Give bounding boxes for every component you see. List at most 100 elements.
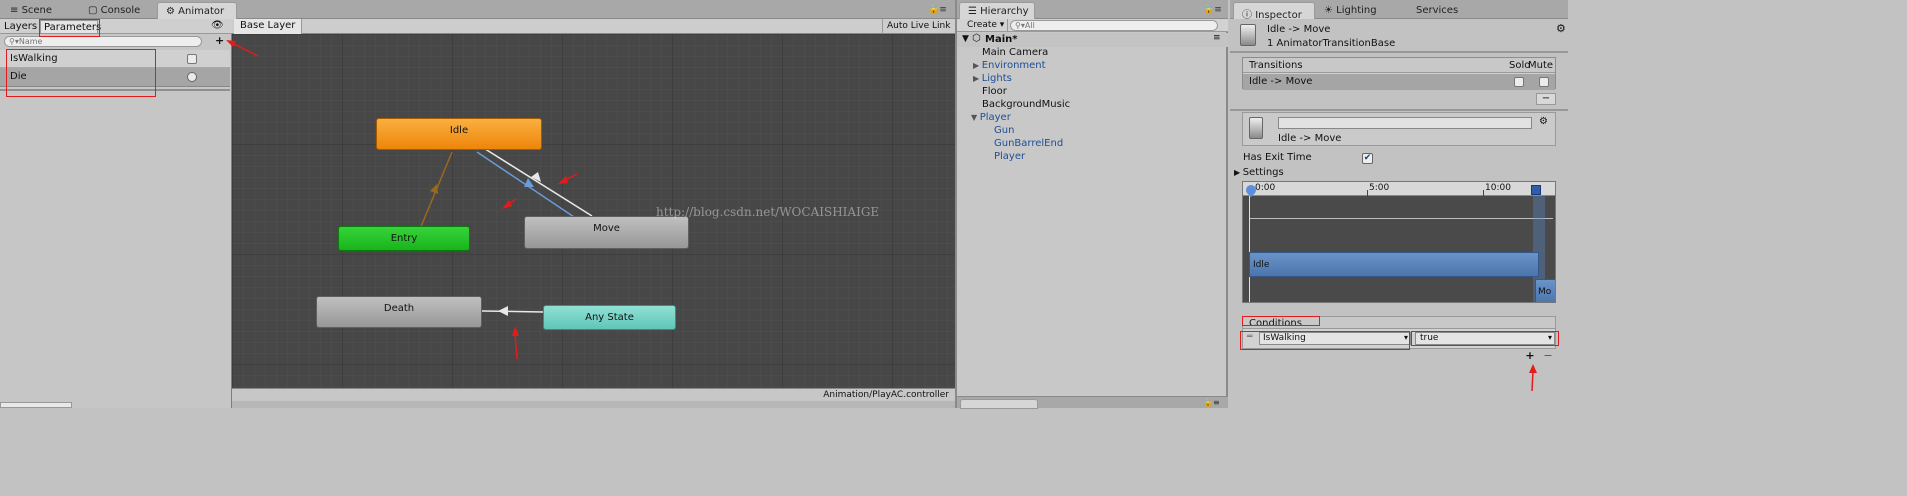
list-item[interactable]: ▶ Environment	[973, 60, 1046, 73]
info-icon: ⓘ	[1242, 10, 1256, 21]
remove-condition-button[interactable]: −	[1541, 350, 1555, 362]
has-exit-time-label: Has Exit Time	[1243, 152, 1312, 163]
drag-handle-icon[interactable]: ═	[1247, 332, 1252, 342]
layers-params-toolbar: Layers Parameters 👁	[0, 19, 232, 34]
conditions-header: Conditions	[1242, 316, 1556, 329]
transition-asset-icon	[1240, 24, 1256, 46]
annotation-arrow	[226, 40, 259, 57]
chevron-down-icon: ▾	[1403, 333, 1408, 342]
tab-layers[interactable]: Layers	[4, 21, 37, 32]
lock-icon[interactable]: 🔒≡	[928, 5, 947, 15]
tab-inspector[interactable]: ⓘ Inspector	[1233, 2, 1315, 21]
condition-value-dropdown[interactable]: true ▾	[1415, 332, 1555, 345]
playhead[interactable]	[1249, 196, 1250, 302]
tab-parameters[interactable]: Parameters	[40, 20, 101, 34]
list-item[interactable]: BackgroundMusic	[982, 99, 1070, 112]
annotation-arrow	[1529, 364, 1537, 392]
hierarchy-icon: ☰	[968, 6, 981, 17]
list-item[interactable]: Player	[994, 151, 1025, 164]
list-item[interactable]: ▼ Player	[971, 112, 1011, 125]
list-item[interactable]: GunBarrelEnd	[994, 138, 1063, 151]
auto-live-link-toggle[interactable]: Auto Live Link	[882, 19, 954, 34]
add-condition-button[interactable]: +	[1521, 350, 1539, 362]
create-dropdown[interactable]: Create ▾	[964, 19, 1009, 32]
bool-checkbox[interactable]	[187, 54, 197, 64]
hierarchy-tabbar: ☰ Hierarchy 🔒≡	[957, 0, 1228, 19]
state-any-state[interactable]: Any State	[543, 305, 676, 330]
condition-row[interactable]: ═ IsWalking ▾ true ▾	[1242, 329, 1556, 349]
list-item[interactable]: ▶ Lights	[973, 73, 1012, 86]
tab-scene[interactable]: ≡ Scene	[2, 2, 60, 19]
hierarchy-tree: Main Camera ▶ Environment ▶ Lights Floor…	[957, 47, 1228, 167]
section-divider	[1230, 51, 1568, 53]
transitions-header: Transitions Solo Mute	[1243, 58, 1555, 73]
tab-animator[interactable]: ⚙ Animator	[157, 2, 237, 19]
search-icon: ⚲▾	[9, 37, 19, 46]
tab-lighting[interactable]: ☀ Lighting	[1316, 2, 1385, 19]
mute-checkbox[interactable]	[1539, 77, 1549, 87]
remove-transition-button[interactable]: −	[1536, 93, 1556, 105]
timeline-move-clip[interactable]: Mo	[1535, 279, 1555, 302]
transition-detail-header: Idle -> Move ⚙	[1242, 112, 1556, 146]
condition-parameter-dropdown[interactable]: IsWalking ▾	[1259, 332, 1411, 345]
list-item[interactable]: Floor	[982, 86, 1007, 99]
expand-right-icon[interactable]: ▶	[973, 74, 982, 83]
expand-right-icon[interactable]: ▶	[973, 61, 982, 70]
parameter-search-input[interactable]: ⚲▾Name	[4, 36, 202, 47]
transition-name-input[interactable]	[1278, 117, 1532, 129]
state-death[interactable]: Death	[316, 296, 482, 328]
animator-graph[interactable]: Base Layer Auto Live Link Idle Entry Mov…	[232, 19, 955, 408]
trigger-radio[interactable]	[187, 72, 197, 82]
transition-asset-icon	[1249, 117, 1263, 139]
inspector-subtitle: 1 AnimatorTransitionBase	[1267, 38, 1396, 49]
timeline-idle-clip[interactable]: Idle	[1249, 252, 1539, 277]
transition-end-marker[interactable]	[1531, 185, 1541, 195]
scene-row[interactable]: ▼ ⬡ Main* ≡	[957, 33, 1228, 47]
inspector-tabbar: ⓘ Inspector ☀ Lighting Services	[1230, 0, 1568, 21]
has-exit-time-checkbox[interactable]: ✔	[1362, 153, 1373, 164]
chevron-down-icon: ▾	[1547, 333, 1552, 342]
bottom-tab[interactable]	[0, 402, 72, 408]
graph-toolbar: Base Layer Auto Live Link	[232, 19, 955, 34]
eye-icon[interactable]: 👁	[211, 20, 224, 31]
state-move[interactable]: Move	[524, 216, 689, 249]
lock-icon[interactable]: 🔒≡	[1203, 5, 1222, 15]
hierarchy-search-input[interactable]: ⚲▾All	[1010, 20, 1218, 31]
transitions-list: Transitions Solo Mute Idle -> Move	[1242, 57, 1556, 90]
parameter-curve	[1249, 218, 1553, 219]
tab-services[interactable]: Services	[1408, 2, 1466, 19]
ruler-tick	[1367, 190, 1368, 196]
expand-down-icon[interactable]: ▼	[971, 113, 980, 122]
add-parameter-button[interactable]: +	[215, 34, 224, 47]
section-divider	[1230, 109, 1568, 111]
hierarchy-toolbar: Create ▾ ⚲▾All	[957, 19, 1228, 32]
gear-icon[interactable]: ⚙	[1556, 22, 1566, 35]
transition-row[interactable]: Idle -> Move	[1243, 74, 1555, 90]
menu-icon[interactable]: ≡	[1213, 33, 1221, 43]
solo-checkbox[interactable]	[1514, 77, 1524, 87]
transition-timeline[interactable]: 0:00 5:00 10:00 Idle Mo	[1242, 181, 1556, 303]
list-item[interactable]: Main Camera	[982, 47, 1048, 60]
expand-down-icon[interactable]: ▼	[962, 34, 969, 44]
settings-foldout[interactable]: ▶ Settings	[1234, 167, 1284, 178]
gear-icon[interactable]: ⚙	[1539, 116, 1548, 127]
inspector-title: Idle -> Move	[1267, 24, 1331, 35]
list-item[interactable]: Gun	[994, 125, 1014, 138]
tab-project[interactable]	[960, 399, 1038, 409]
animator-window-tabbar: ≡ Scene ▢ Console ⚙ Animator 🔒≡	[0, 0, 955, 19]
state-idle[interactable]: Idle	[376, 118, 542, 150]
tab-console[interactable]: ▢ Console	[80, 2, 148, 19]
parameter-row[interactable]: Die	[0, 68, 230, 87]
tab-hierarchy[interactable]: ☰ Hierarchy	[959, 2, 1035, 19]
unity-scene-icon: ⬡	[972, 33, 981, 44]
anystate-to-death-transition[interactable]	[481, 310, 545, 313]
scene-icon: ≡	[10, 5, 22, 16]
parameters-pane: Layers Parameters 👁 ⚲▾Name + IsWalking D…	[0, 19, 232, 408]
lock-icon[interactable]: 🔒≡	[1203, 398, 1220, 407]
breadcrumb[interactable]: Base Layer	[234, 19, 303, 34]
watermark: http://blog.csdn.net/WOCAISHIAIGE	[656, 205, 880, 219]
ruler-tick	[1483, 190, 1484, 196]
graph-status-bar: Animation/PlayAC.controller	[232, 388, 955, 401]
state-entry[interactable]: Entry	[338, 226, 470, 251]
parameter-row[interactable]: IsWalking	[0, 50, 230, 68]
